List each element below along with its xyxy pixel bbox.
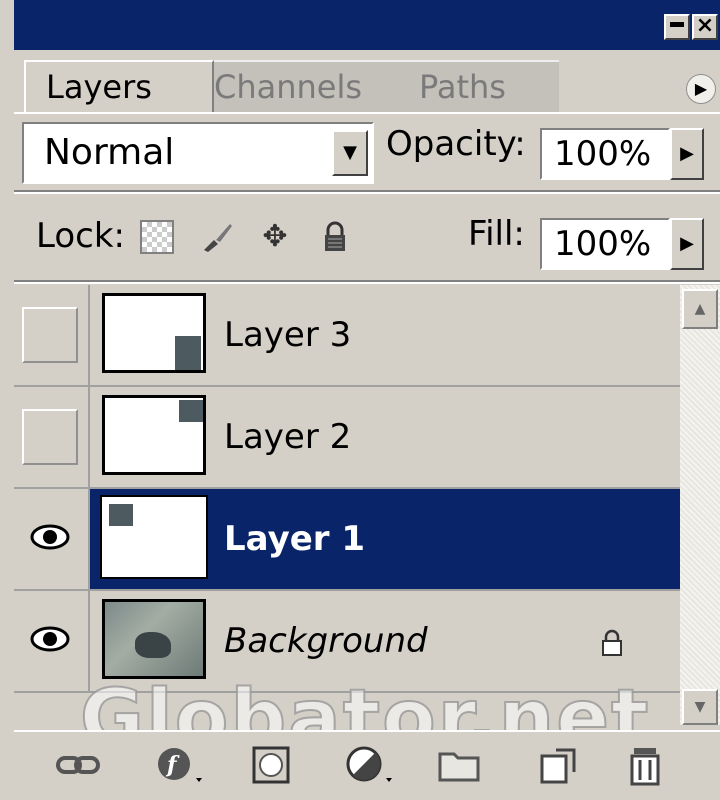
thumbnail-content [109,504,133,526]
eye-icon[interactable] [28,517,72,557]
layer-row[interactable]: Layer 1 [14,489,680,591]
layer-thumbnail [102,293,206,373]
layer-thumbnail [100,495,208,579]
new-layer-icon[interactable] [534,742,584,788]
opacity-slider-button[interactable]: ▶ [670,128,704,180]
scroll-down-button[interactable]: ▼ [682,689,718,725]
visibility-toggle[interactable] [22,409,78,465]
blend-mode-value: Normal [44,132,175,173]
tab-bar: Channels Paths Layers ▶ [14,50,720,114]
fill-slider-button[interactable]: ▶ [670,218,704,270]
lock-row: Lock: ✥ Fill: 100% ▶ [14,196,720,276]
divider [14,280,720,284]
lock-transparency-icon[interactable] [140,220,174,254]
visibility-cell[interactable] [14,285,90,385]
visibility-cell[interactable] [14,387,90,487]
tab-paths[interactable]: Paths [399,60,559,112]
link-icon[interactable] [54,742,104,788]
mask-icon[interactable] [246,742,296,788]
scroll-up-button[interactable]: ▲ [682,289,718,329]
title-bar: × [14,0,720,50]
thumbnail-content [175,336,201,370]
folder-icon[interactable] [434,742,484,788]
fill-label: Fill: [468,214,525,254]
opacity-input[interactable]: 100% [540,128,670,180]
visibility-cell[interactable] [14,591,90,691]
layer-name: Layer 1 [224,519,366,559]
bottom-toolbar: f [14,730,720,800]
close-button[interactable]: × [692,14,718,40]
layers-list: Layer 3 Layer 2 Layer 1 Background [14,285,680,693]
layer-row[interactable]: Layer 2 [14,387,680,489]
tab-channels[interactable]: Channels [194,60,404,112]
layer-thumbnail [102,395,206,475]
layer-name: Layer 2 [224,417,352,457]
fill-input[interactable]: 100% [540,218,670,270]
layer-style-icon[interactable]: f [154,742,204,788]
chevron-down-icon[interactable]: ▼ [332,130,368,176]
eye-icon[interactable] [28,619,72,659]
blend-row: Normal ▼ Opacity: 100% ▶ [14,112,720,190]
lock-icon [602,629,622,656]
thumbnail-content [135,632,171,658]
lock-move-icon[interactable]: ✥ [258,220,292,254]
minimize-button[interactable] [664,14,690,40]
visibility-toggle[interactable] [22,307,78,363]
blend-mode-select[interactable]: Normal ▼ [22,122,374,184]
layer-name: Layer 3 [224,315,352,355]
panel-menu-button[interactable]: ▶ [686,74,716,104]
divider [14,190,720,194]
layer-row[interactable]: Layer 3 [14,285,680,387]
lock-all-icon[interactable] [318,220,352,254]
layers-panel: × Channels Paths Layers ▶ Normal ▼ Opaci… [0,0,720,800]
scrollbar[interactable]: ▲ ▼ [680,285,720,725]
lock-brush-icon[interactable] [200,220,234,254]
lock-label: Lock: [36,216,125,256]
opacity-label: Opacity: [386,124,526,164]
adjustment-icon[interactable] [344,742,394,788]
thumbnail-content [179,400,203,422]
visibility-cell[interactable] [14,489,90,589]
tab-layers[interactable]: Layers [24,60,214,112]
layer-name: Background [224,621,428,661]
layer-thumbnail [102,599,206,679]
trash-icon[interactable] [622,742,672,788]
